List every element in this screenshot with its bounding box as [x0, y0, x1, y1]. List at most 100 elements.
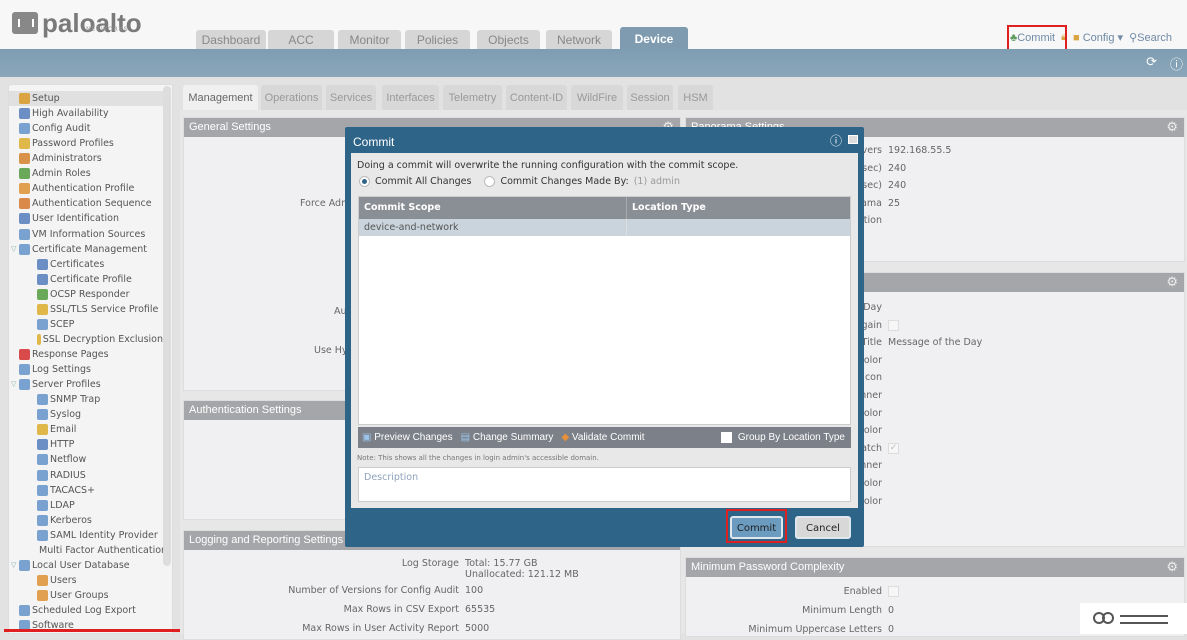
- sidebar-item[interactable]: Administrators: [9, 151, 163, 166]
- tab-objects[interactable]: Objects: [477, 30, 540, 49]
- sidebar-item[interactable]: High Availability: [9, 106, 163, 121]
- radio-commit-by[interactable]: [484, 176, 496, 187]
- sidebar-item[interactable]: Multi Factor Authentication: [9, 543, 167, 558]
- sidebar-item[interactable]: HTTP: [9, 437, 163, 452]
- sidebar-item-icon: [37, 409, 48, 421]
- expand-triangle-icon[interactable]: ▽: [11, 558, 19, 573]
- config-menu[interactable]: ■ Config ▾: [1073, 31, 1123, 44]
- sidebar-item[interactable]: SCEP: [9, 317, 163, 332]
- subtab-interfaces[interactable]: Interfaces: [382, 85, 439, 110]
- sidebar-item-label: Certificate Profile: [50, 273, 132, 285]
- sidebar-item-label: Scheduled Log Export: [32, 605, 136, 617]
- logo-subtext: NETWORKS: [86, 26, 129, 33]
- tab-network[interactable]: Network: [546, 30, 612, 49]
- sidebar-item[interactable]: Kerberos: [9, 513, 163, 528]
- help-icon[interactable]: ⓘ: [830, 132, 842, 149]
- description-placeholder: Description: [364, 472, 419, 483]
- sidebar-item-icon: [19, 108, 30, 120]
- validate-commit-button[interactable]: ◆ Validate Commit: [561, 427, 644, 448]
- sidebar-item[interactable]: Authentication Sequence: [9, 196, 163, 211]
- radio-commit-all[interactable]: [359, 176, 370, 187]
- sidebar-item[interactable]: TACACS+: [9, 483, 163, 498]
- dialog-intro: Doing a commit will overwrite the runnin…: [357, 160, 739, 171]
- tab-monitor[interactable]: Monitor: [338, 30, 401, 49]
- subtab-services[interactable]: Services: [326, 85, 376, 110]
- subtab-telemetry[interactable]: Telemetry: [443, 85, 502, 110]
- summary-icon: ▤: [460, 432, 471, 443]
- tab-acc[interactable]: ACC: [268, 30, 334, 49]
- table-row[interactable]: device-and-network: [359, 219, 850, 236]
- sidebar-item[interactable]: SAML Identity Provider: [9, 528, 163, 543]
- description-input[interactable]: Description: [358, 467, 851, 502]
- sidebar-item-label: User Groups: [50, 589, 109, 601]
- tab-policies[interactable]: Policies: [405, 30, 470, 49]
- sidebar-item[interactable]: Response Pages: [9, 347, 163, 362]
- subtab-wildfire[interactable]: WildFire: [571, 85, 623, 110]
- expand-triangle-icon[interactable]: ▽: [11, 377, 19, 392]
- sidebar-item-icon: [19, 364, 30, 376]
- sidebar-item[interactable]: Netflow: [9, 452, 163, 467]
- sidebar-item-label: Syslog: [50, 409, 82, 421]
- sidebar-item-icon: [19, 213, 30, 225]
- sidebar-item[interactable]: OCSP Responder: [9, 287, 163, 302]
- gear-icon[interactable]: ⚙: [1166, 275, 1178, 289]
- setting-row: Enabled: [586, 586, 899, 597]
- maximize-icon[interactable]: [848, 135, 858, 144]
- sidebar-item-label: Certificates: [50, 258, 105, 270]
- sidebar-item[interactable]: LDAP: [9, 498, 163, 513]
- sidebar-item[interactable]: ▽ Certificate Management: [9, 242, 163, 257]
- sidebar-item-icon: [19, 183, 30, 195]
- change-summary-button[interactable]: ▤ Change Summary: [461, 427, 554, 448]
- gear-icon[interactable]: ⚙: [1166, 120, 1178, 134]
- setting-row: Max Rows in User Activity Report 5000: [139, 623, 489, 634]
- search-link[interactable]: ⚲Search: [1129, 31, 1172, 44]
- sidebar-item[interactable]: Certificates: [9, 257, 163, 272]
- setting-value: Total: 15.77 GB: [465, 558, 538, 569]
- setting-row: Log Storage Total: 15.77 GB Unallocated: 1…: [139, 558, 579, 580]
- setting-checkbox[interactable]: [888, 586, 899, 597]
- setting-checkbox[interactable]: [888, 319, 899, 331]
- help-icon[interactable]: ⓘ: [1170, 54, 1183, 73]
- panel-title: Logging and Reporting Settings: [189, 534, 344, 546]
- tab-dashboard[interactable]: Dashboard: [196, 30, 266, 49]
- sidebar-item[interactable]: ▽ Server Profiles: [9, 377, 163, 392]
- sidebar-item-label: Kerberos: [50, 514, 92, 526]
- sidebar-item[interactable]: Syslog: [9, 407, 163, 422]
- sidebar-item[interactable]: Authentication Profile: [9, 181, 163, 196]
- gear-icon[interactable]: ⚙: [1166, 560, 1178, 574]
- cancel-button[interactable]: Cancel: [795, 516, 851, 539]
- commit-dialog: Commit ⓘ Doing a commit will overwrite t…: [345, 127, 864, 547]
- group-by-checkbox[interactable]: Group By Location Type: [720, 427, 845, 448]
- expand-triangle-icon[interactable]: ▽: [11, 242, 19, 257]
- preview-changes-button[interactable]: ▣ Preview Changes: [362, 427, 453, 448]
- sidebar-item[interactable]: Password Profiles: [9, 136, 163, 151]
- subtab-content-id[interactable]: Content-ID: [506, 85, 567, 110]
- setting-label: Minimum Length: [802, 605, 882, 616]
- sidebar-item[interactable]: SNMP Trap: [9, 392, 163, 407]
- sidebar-item[interactable]: RADIUS: [9, 468, 163, 483]
- sidebar-item[interactable]: VM Information Sources: [9, 227, 163, 242]
- sidebar-item[interactable]: SSL/TLS Service Profile: [9, 302, 163, 317]
- setting-label: Log Storage: [401, 558, 459, 569]
- sidebar-item[interactable]: Log Settings: [9, 362, 163, 377]
- refresh-icon[interactable]: ⟳: [1146, 55, 1157, 70]
- tab-device[interactable]: Device: [620, 27, 688, 49]
- column-header[interactable]: Commit Scope: [359, 197, 627, 219]
- subtab-hsm[interactable]: HSM: [678, 85, 713, 110]
- sidebar-item[interactable]: SSL Decryption Exclusion: [9, 332, 163, 347]
- column-header[interactable]: Location Type: [627, 197, 706, 219]
- subtab-management[interactable]: Management: [183, 85, 258, 110]
- subtab-session[interactable]: Session: [627, 85, 673, 110]
- sidebar-item[interactable]: Email: [9, 422, 163, 437]
- setting-checkbox[interactable]: ✓: [888, 442, 899, 454]
- sidebar-item-icon: [37, 514, 48, 526]
- sidebar-item[interactable]: User Identification: [9, 211, 163, 226]
- sidebar-item[interactable]: Certificate Profile: [9, 272, 163, 287]
- sidebar-item[interactable]: Config Audit: [9, 121, 163, 136]
- subtab-operations[interactable]: Operations: [261, 85, 322, 110]
- sidebar-item[interactable]: Setup: [9, 91, 163, 106]
- sidebar-scrollbar[interactable]: [163, 86, 171, 566]
- sidebar-item-label: Email: [50, 424, 77, 436]
- sidebar-item[interactable]: Admin Roles: [9, 166, 163, 181]
- sidebar-item-label: TACACS+: [50, 484, 95, 496]
